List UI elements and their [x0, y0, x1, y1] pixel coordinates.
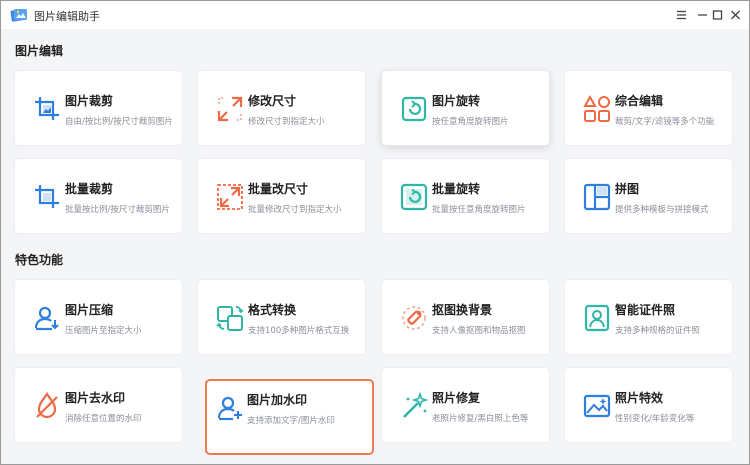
- batch-resize-icon: [217, 184, 243, 210]
- card-batch-crop[interactable]: 批量裁剪 批量按比例/按尺寸裁剪图片: [14, 158, 183, 234]
- rotate-icon: [401, 96, 427, 122]
- card-batch-rotate[interactable]: 批量旋转 批量按任意角度旋转图片: [381, 158, 550, 234]
- card-desc: 支持添加文字/图片水印: [247, 416, 335, 426]
- batch-rotate-icon: [400, 183, 428, 211]
- photo-effect-icon: [583, 394, 611, 418]
- card-title: 图片加水印: [247, 393, 308, 407]
- card-collage[interactable]: 拼图 提供多种模板与拼接模式: [564, 158, 733, 234]
- card-cutout[interactable]: 抠图换背景 支持人像抠图和物品抠图: [381, 279, 550, 355]
- add-watermark-icon: [217, 396, 242, 421]
- card-title: 图片去水印: [65, 391, 126, 405]
- card-title: 照片修复: [432, 391, 481, 405]
- card-desc: 提供多种模板与拼接模式: [615, 205, 709, 215]
- card-desc: 老照片修复/黑白照上色等: [432, 414, 529, 424]
- maximize-icon: [712, 10, 722, 20]
- section-title-features: 特色功能: [15, 253, 64, 267]
- section-title-image-edit: 图片编辑: [15, 44, 64, 58]
- card-desc: 性别变化/年龄变化等: [615, 414, 695, 424]
- close-button[interactable]: [725, 5, 745, 25]
- app-logo-icon: [10, 9, 27, 22]
- card-batch-resize[interactable]: 批量改尺寸 批量修改尺寸到指定大小: [197, 158, 366, 234]
- card-desc: 按任意角度旋转图片: [432, 117, 509, 127]
- menu-icon: [676, 10, 686, 20]
- collage-icon: [583, 183, 611, 211]
- card-title: 照片特效: [615, 391, 664, 405]
- card-desc: 消除任意位置的水印: [65, 414, 142, 424]
- title-bar: 图片编辑助手: [1, 1, 749, 29]
- card-remove-watermark[interactable]: 图片去水印 消除任意位置的水印: [14, 367, 183, 443]
- id-photo-icon: [584, 304, 610, 332]
- card-resize[interactable]: 修改尺寸 修改尺寸到指定大小: [197, 70, 366, 146]
- card-desc: 修改尺寸到指定大小: [248, 117, 325, 127]
- card-desc: 支持人像抠图和物品抠图: [432, 326, 526, 336]
- remove-watermark-icon: [36, 392, 58, 419]
- card-title: 批量裁剪: [65, 182, 114, 196]
- shapes-icon: [583, 94, 610, 122]
- convert-icon: [216, 306, 244, 331]
- card-image-crop[interactable]: 图片裁剪 自由/按比例/按尺寸裁剪图片: [14, 70, 183, 146]
- card-title: 智能证件照: [615, 303, 676, 317]
- menu-button[interactable]: [671, 5, 691, 25]
- card-id-photo[interactable]: 智能证件照 支持多种规格的证件照: [564, 279, 733, 355]
- card-desc: 支持100多种图片格式互换: [248, 326, 350, 336]
- card-title: 批量改尺寸: [248, 182, 309, 196]
- app-title: 图片编辑助手: [34, 10, 100, 23]
- card-desc: 批量按比例/按尺寸裁剪图片: [65, 205, 170, 215]
- card-title: 图片旋转: [432, 94, 481, 108]
- card-title: 综合编辑: [615, 94, 664, 108]
- crop-icon: [35, 97, 59, 120]
- card-comprehensive-edit[interactable]: 综合编辑 裁剪/文字/滤镜等多个功能: [564, 70, 733, 146]
- app-window: 图片编辑助手 图片编辑 图片裁剪 自由/按比例/按尺寸裁剪图片 修改尺寸 修改尺…: [0, 0, 750, 465]
- card-add-watermark[interactable]: 图片加水印 支持添加文字/图片水印: [205, 379, 374, 455]
- card-desc: 自由/按比例/按尺寸裁剪图片: [65, 117, 173, 127]
- minimize-icon: [697, 14, 707, 16]
- card-desc: 压缩图片至指定大小: [65, 326, 142, 336]
- maximize-button[interactable]: [707, 5, 727, 25]
- card-format-convert[interactable]: 格式转换 支持100多种图片格式互换: [197, 279, 366, 355]
- card-title: 批量旋转: [432, 182, 481, 196]
- card-photo-effect[interactable]: 照片特效 性别变化/年龄变化等: [564, 367, 733, 443]
- card-desc: 裁剪/文字/滤镜等多个功能: [615, 117, 715, 127]
- card-title: 拼图: [615, 182, 640, 196]
- card-title: 修改尺寸: [248, 94, 297, 108]
- card-title: 图片裁剪: [65, 94, 114, 108]
- card-title: 抠图换背景: [432, 303, 493, 317]
- card-photo-restore[interactable]: 照片修复 老照片修复/黑白照上色等: [381, 367, 550, 443]
- card-desc: 批量修改尺寸到指定大小: [248, 205, 342, 215]
- magic-wand-icon: [403, 391, 429, 418]
- close-icon: [730, 10, 740, 20]
- card-desc: 支持多种规格的证件照: [615, 326, 701, 336]
- compress-icon: [34, 306, 59, 331]
- cutout-icon: [402, 306, 426, 330]
- card-title: 格式转换: [248, 303, 297, 317]
- card-title: 图片压缩: [65, 303, 114, 317]
- resize-icon: [217, 96, 243, 122]
- card-desc: 批量按任意角度旋转图片: [432, 205, 526, 215]
- card-rotate[interactable]: 图片旋转 按任意角度旋转图片: [381, 70, 550, 146]
- batch-crop-icon: [35, 185, 59, 208]
- card-compress[interactable]: 图片压缩 压缩图片至指定大小: [14, 279, 183, 355]
